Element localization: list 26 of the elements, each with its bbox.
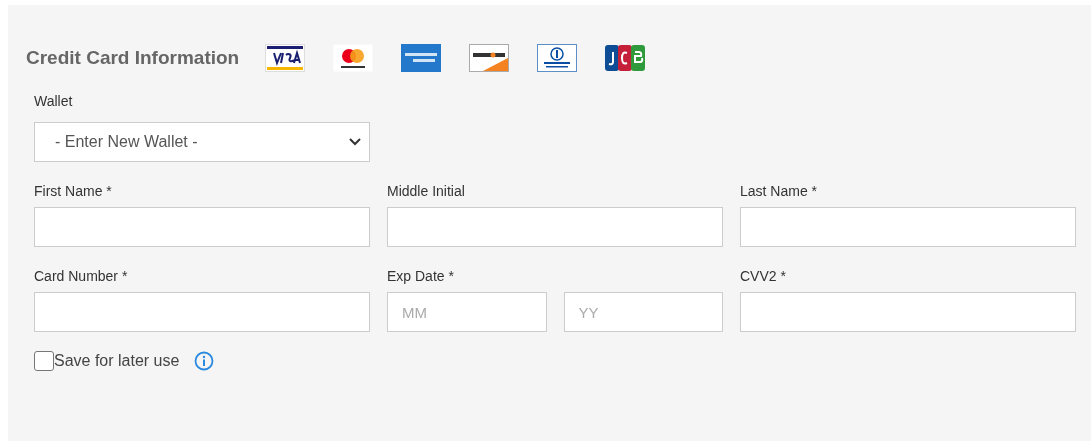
card-logo-icon [265, 43, 306, 72]
field-label: Wallet [34, 93, 73, 109]
card-logo-icon [537, 43, 578, 72]
text-field[interactable] [740, 207, 1076, 247]
card-logo-icon [469, 43, 510, 72]
text-field[interactable] [740, 292, 1076, 332]
card-logo-icon [401, 43, 442, 72]
text-field[interactable]: MM [387, 292, 547, 332]
field-label: Last Name * [740, 183, 818, 199]
field-label: Middle Initial [387, 183, 465, 199]
card-logo-icon [605, 43, 646, 72]
text-field[interactable] [387, 207, 723, 247]
field-label: CVV2 * [740, 268, 786, 284]
text-field[interactable]: YY [563, 292, 723, 332]
card-logo-icon [333, 43, 374, 72]
text-field[interactable] [34, 292, 370, 332]
checkbox[interactable] [34, 351, 54, 371]
info-icon[interactable] [194, 351, 215, 371]
section-title: Credit Card Information [26, 46, 240, 69]
text-field[interactable] [34, 207, 370, 247]
field-label: Card Number * [34, 268, 128, 284]
chevron-down-icon [349, 138, 361, 146]
field-label: First Name * [34, 183, 112, 199]
wallet-select[interactable]: - Enter New Wallet - [34, 122, 370, 162]
field-label: Exp Date * [387, 268, 454, 284]
checkbox-label: Save for later use [54, 352, 180, 370]
